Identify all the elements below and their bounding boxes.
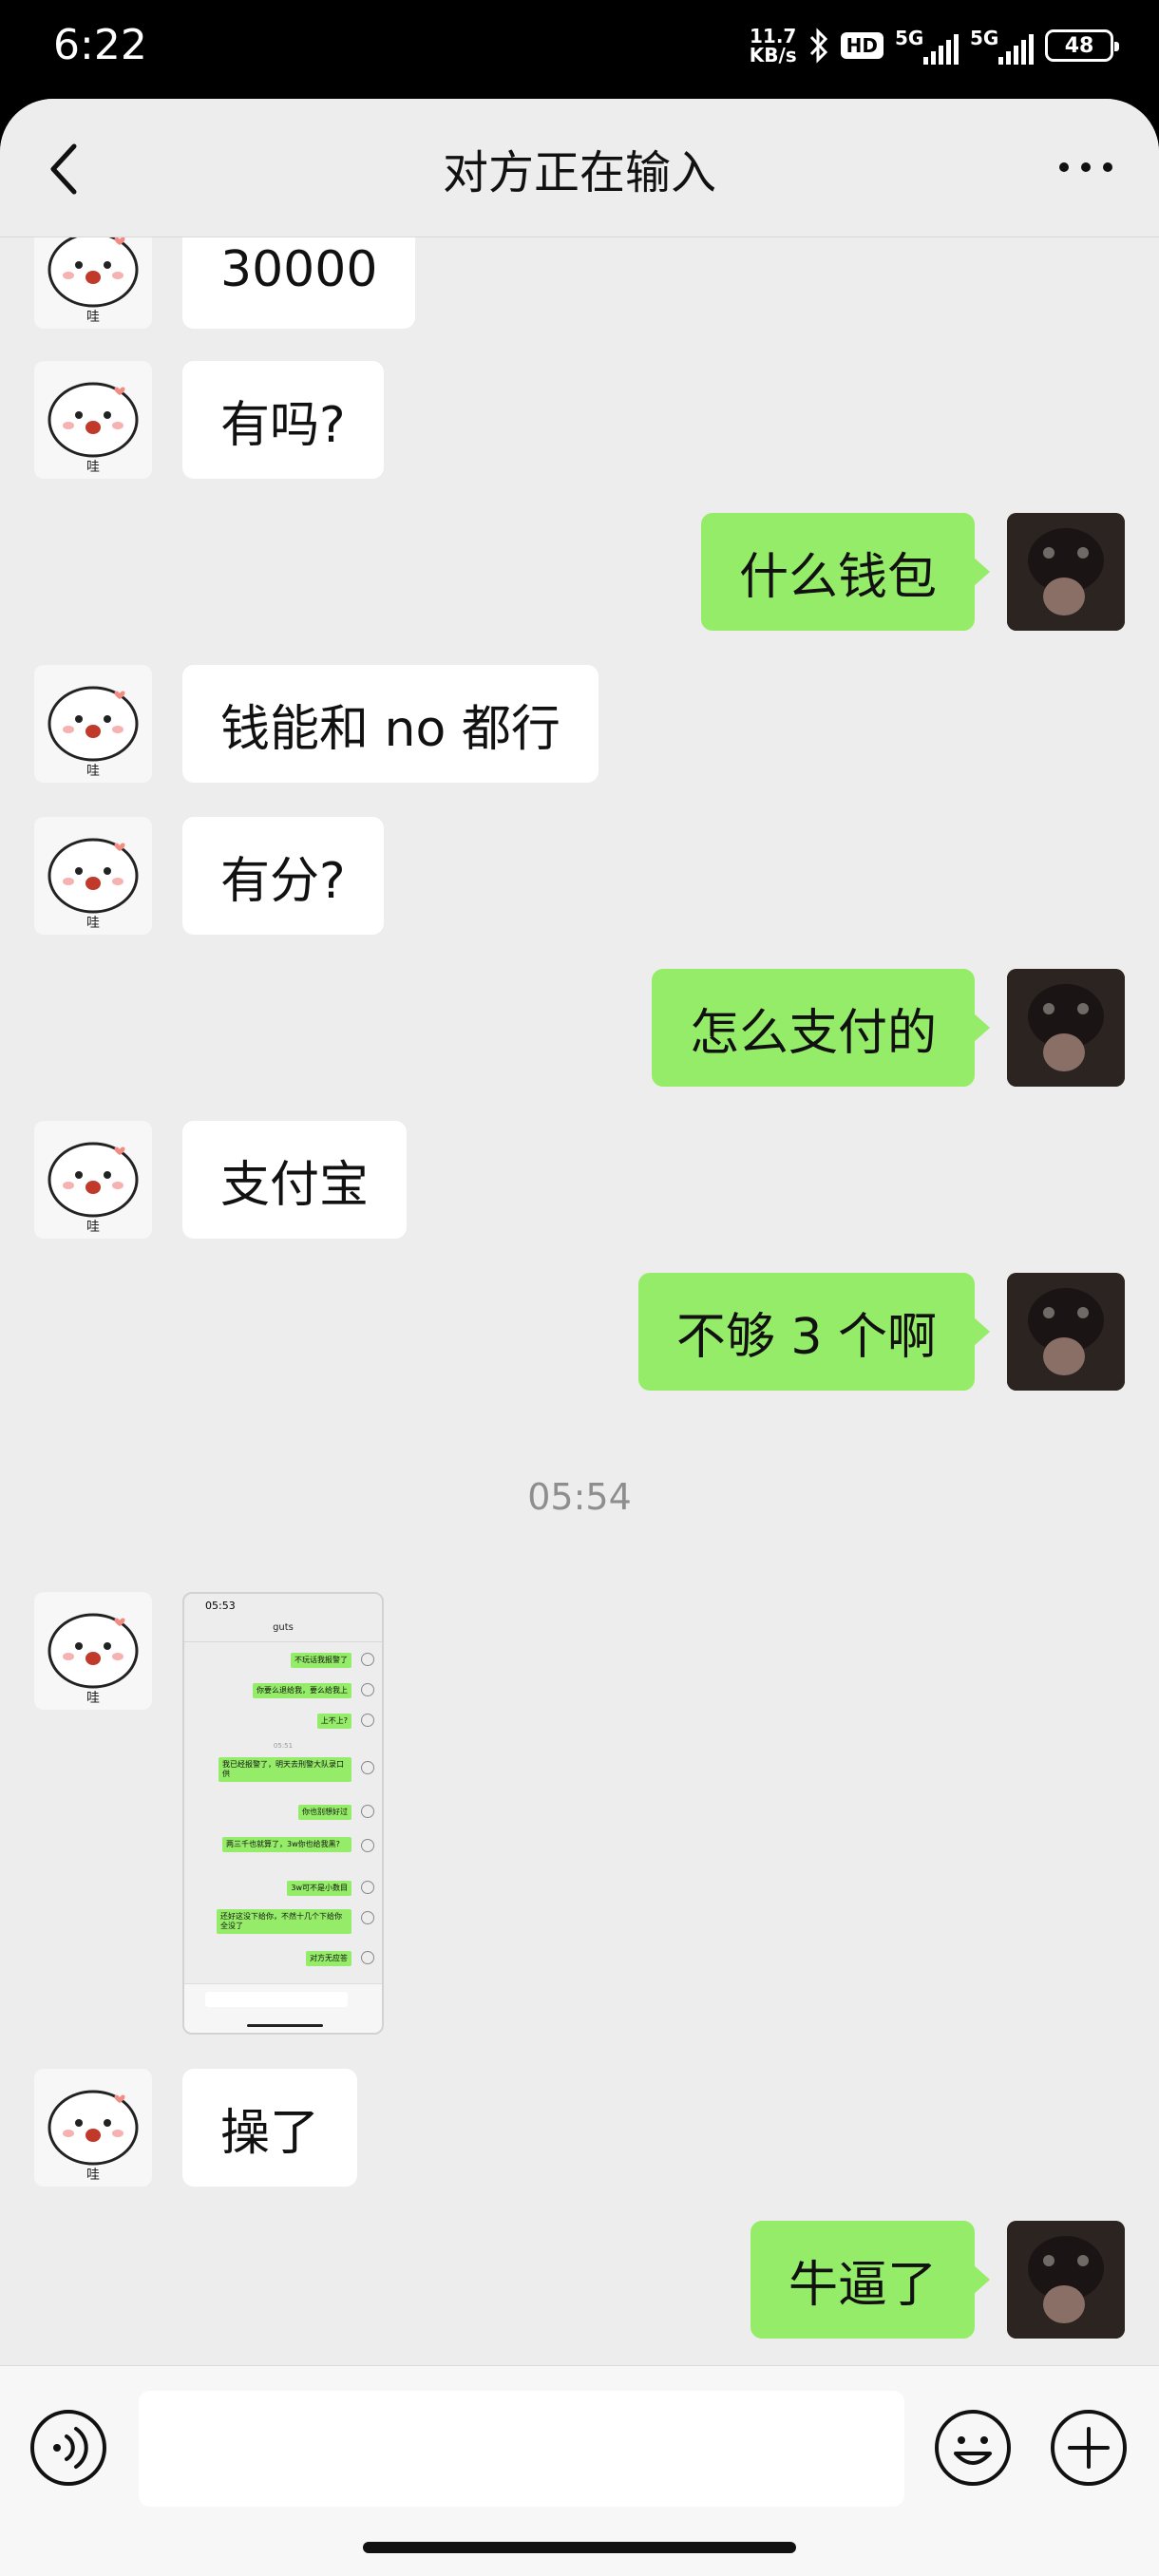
blob-face-icon: 哇 bbox=[48, 237, 139, 325]
message-bubble-sent[interactable]: 牛逼了 bbox=[750, 2221, 991, 2339]
image-bubble: 你也别想好过 bbox=[298, 1805, 352, 1820]
message-bubble-sent[interactable]: 什么钱包 bbox=[700, 513, 991, 631]
avatar-caption: 哇 bbox=[86, 764, 100, 779]
message-bubble[interactable]: 支付宝 bbox=[182, 1121, 408, 1239]
image-bubble: 对方无应答 bbox=[306, 1951, 352, 1966]
image-bubble: 3w可不是小数目 bbox=[287, 1881, 352, 1896]
blob-face-icon: 哇 bbox=[48, 382, 139, 475]
contact-avatar[interactable]: 哇 bbox=[34, 665, 152, 783]
signal-1: 5G bbox=[895, 27, 959, 65]
image-message[interactable]: 05:53 guts 不玩话我报警了 你要么退给我，要么给我上 上不上? 05:… bbox=[182, 1592, 384, 2035]
image-bubble: 不玩话我报警了 bbox=[291, 1653, 352, 1668]
home-indicator[interactable] bbox=[363, 2542, 796, 2553]
message-bubble[interactable]: 有分? bbox=[182, 817, 384, 935]
blob-face-icon: 哇 bbox=[48, 1142, 139, 1235]
message-bubble-sent[interactable]: 不够 3 个啊 bbox=[637, 1273, 991, 1391]
chat-header: 对方正在输入 bbox=[0, 99, 1159, 237]
cat-photo-icon bbox=[1007, 969, 1125, 1087]
my-avatar[interactable] bbox=[1007, 513, 1125, 631]
avatar-caption: 哇 bbox=[86, 916, 100, 931]
image-bubble: 还好这没下给你，不然十几个下给你全没了 bbox=[217, 1909, 352, 1934]
image-status-time: 05:53 bbox=[205, 1600, 236, 1612]
signal-2-label: 5G bbox=[970, 27, 999, 49]
image-bubble: 我已经报警了，明天去刑警大队录口供 bbox=[218, 1757, 352, 1782]
blob-face-icon: 哇 bbox=[48, 838, 139, 931]
image-bubble: 上不上? bbox=[316, 1714, 352, 1729]
contact-avatar[interactable]: 哇 bbox=[34, 237, 152, 329]
image-refresh-icon bbox=[361, 1761, 374, 1774]
image-chat-title: guts bbox=[273, 1622, 294, 1633]
image-refresh-icon bbox=[361, 1839, 374, 1852]
status-time: 6:22 bbox=[53, 21, 147, 69]
contact-avatar[interactable]: 哇 bbox=[34, 2069, 152, 2187]
signal-1-label: 5G bbox=[895, 27, 924, 49]
contact-avatar[interactable]: 哇 bbox=[34, 361, 152, 479]
cat-photo-icon bbox=[1007, 2221, 1125, 2339]
message-list[interactable]: 哇 30000 哇 有吗? 什么钱包 哇 钱能和 no 都行 哇 有分? 怎么支… bbox=[0, 237, 1159, 2365]
message-bubble[interactable]: 30000 bbox=[182, 237, 416, 329]
chat-screen: 对方正在输入 哇 30000 哇 有吗? 什么钱包 哇 钱能和 no 都行 哇 … bbox=[0, 99, 1159, 2576]
image-refresh-icon bbox=[361, 1683, 374, 1696]
network-speed: 11.7 KB/s bbox=[750, 27, 797, 65]
more-dots-icon[interactable] bbox=[1058, 158, 1113, 177]
message-bubble[interactable]: 钱能和 no 都行 bbox=[182, 665, 598, 783]
cat-photo-icon bbox=[1007, 513, 1125, 631]
message-timestamp: 05:54 bbox=[527, 1476, 632, 1518]
image-bubble: 两三千也就算了，3w你也给我黑? bbox=[222, 1837, 352, 1852]
voice-icon[interactable] bbox=[28, 2408, 108, 2488]
image-input-bar bbox=[184, 1983, 382, 2033]
image-refresh-icon bbox=[361, 1951, 374, 1964]
status-bar: 6:22 11.7 KB/s HD 5G 5G 48 bbox=[0, 0, 1159, 99]
avatar-caption: 哇 bbox=[86, 460, 100, 475]
image-refresh-icon bbox=[361, 1911, 374, 1924]
message-bubble[interactable]: 有吗? bbox=[182, 361, 384, 479]
my-avatar[interactable] bbox=[1007, 1273, 1125, 1391]
contact-avatar[interactable]: 哇 bbox=[34, 1121, 152, 1239]
network-speed-value: 11.7 bbox=[750, 25, 797, 47]
avatar-caption: 哇 bbox=[86, 310, 100, 325]
my-avatar[interactable] bbox=[1007, 2221, 1125, 2339]
image-refresh-icon bbox=[361, 1805, 374, 1818]
message-bubble[interactable]: 操了 bbox=[182, 2069, 358, 2187]
avatar-caption: 哇 bbox=[86, 2168, 100, 2183]
message-bubble-sent[interactable]: 怎么支付的 bbox=[651, 969, 991, 1087]
network-speed-unit: KB/s bbox=[749, 44, 797, 66]
signal-2: 5G bbox=[970, 27, 1034, 65]
avatar-caption: 哇 bbox=[86, 1220, 100, 1235]
battery-icon: 48 bbox=[1045, 29, 1119, 62]
image-refresh-icon bbox=[361, 1881, 374, 1894]
image-refresh-icon bbox=[361, 1714, 374, 1727]
status-icons: 11.7 KB/s HD 5G 5G 48 bbox=[750, 27, 1119, 65]
my-avatar[interactable] bbox=[1007, 969, 1125, 1087]
image-bubble: 你要么退给我，要么给我上 bbox=[253, 1683, 352, 1698]
plus-icon[interactable] bbox=[1049, 2408, 1129, 2488]
chat-title: 对方正在输入 bbox=[442, 146, 716, 199]
image-refresh-icon bbox=[361, 1653, 374, 1666]
image-timestamp: 05:51 bbox=[273, 1742, 294, 1750]
emoji-icon[interactable] bbox=[933, 2408, 1013, 2488]
blob-face-icon: 哇 bbox=[48, 1613, 139, 1706]
message-input[interactable] bbox=[139, 2391, 904, 2507]
avatar-caption: 哇 bbox=[86, 1691, 100, 1706]
contact-avatar[interactable]: 哇 bbox=[34, 817, 152, 935]
bluetooth-icon bbox=[809, 28, 827, 64]
blob-face-icon: 哇 bbox=[48, 2090, 139, 2183]
hd-badge: HD bbox=[840, 32, 884, 59]
blob-face-icon: 哇 bbox=[48, 686, 139, 779]
contact-avatar[interactable]: 哇 bbox=[34, 1592, 152, 1710]
cat-photo-icon bbox=[1007, 1273, 1125, 1391]
